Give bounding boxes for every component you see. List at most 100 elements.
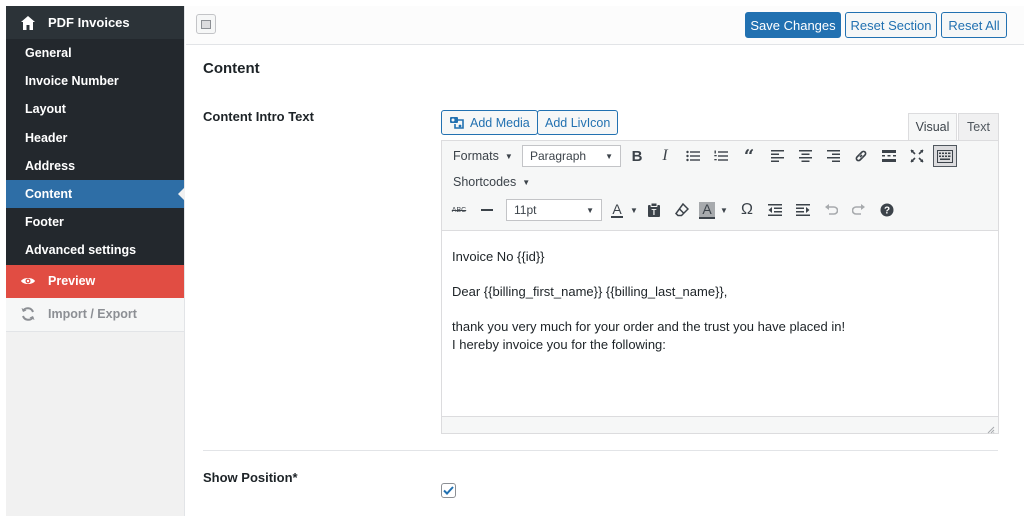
sidebar-item-label: Content (25, 187, 73, 202)
toolbar-row-1: Formats ▼ Paragraph ▼ B I “ (442, 143, 957, 169)
caret-down-icon: ▼ (522, 177, 531, 187)
sidebar-header[interactable]: PDF Invoices (6, 6, 184, 39)
bold-icon[interactable]: B (623, 144, 651, 168)
sidebar-item-general[interactable]: General (6, 39, 184, 67)
outdent-icon[interactable] (761, 198, 789, 222)
text-color-icon[interactable]: A (606, 198, 628, 222)
main-panel: Content Content Intro Text Add Media Add… (186, 46, 1024, 516)
svg-text:?: ? (884, 206, 890, 217)
sidebar-item-label: Layout (25, 102, 66, 117)
editor-line: Invoice No {{id}} (452, 249, 545, 264)
numbered-list-icon[interactable] (707, 144, 735, 168)
refresh-icon (20, 306, 36, 322)
sidebar-item-content[interactable]: Content (6, 179, 185, 209)
add-media-button[interactable]: Add Media (441, 110, 538, 135)
caret-down-icon[interactable]: ▼ (628, 198, 640, 222)
toolbar-row-2: Shortcodes ▼ (442, 169, 530, 195)
add-media-label: Add Media (470, 115, 530, 130)
save-changes-button[interactable]: Save Changes (745, 12, 841, 38)
strikethrough-label: ABC (451, 206, 467, 214)
sidebar-item-header[interactable]: Header (6, 124, 184, 152)
svg-text:T: T (652, 208, 657, 217)
strikethrough-icon[interactable]: ABC (445, 198, 473, 222)
sidebar: PDF Invoices General Invoice Number Layo… (6, 6, 185, 516)
caret-down-icon[interactable]: ▼ (718, 198, 730, 222)
sidebar-header-label: PDF Invoices (48, 15, 130, 30)
media-icon (449, 116, 465, 130)
checkmark-icon (443, 483, 454, 498)
align-right-icon[interactable] (819, 144, 847, 168)
sidebar-item-layout[interactable]: Layout (6, 95, 184, 123)
blockquote-icon[interactable]: “ (735, 144, 763, 168)
editor-statusbar (442, 416, 998, 434)
sidebar-item-label: Invoice Number (25, 74, 119, 89)
sidebar-item-label: Import / Export (48, 307, 137, 321)
reset-section-button[interactable]: Reset Section (845, 12, 937, 38)
resize-handle-icon[interactable] (987, 422, 995, 434)
special-character-icon[interactable]: Ω (733, 198, 761, 222)
redo-icon[interactable] (845, 198, 873, 222)
add-livicon-button[interactable]: Add LivIcon (537, 110, 619, 135)
show-position-checkbox[interactable] (441, 483, 456, 498)
background-color-icon[interactable]: A (696, 198, 718, 222)
sidebar-item-label: Header (25, 130, 68, 145)
paragraph-select[interactable]: Paragraph ▼ (522, 145, 621, 167)
shortcodes-label: Shortcodes (453, 175, 517, 189)
show-position-label: Show Position* (203, 470, 298, 485)
panel-icon (201, 19, 211, 29)
horizontal-line-icon[interactable] (473, 198, 501, 222)
editor-line: thank you very much for your order and t… (452, 319, 846, 334)
divider (203, 450, 998, 451)
paste-text-icon[interactable]: T (640, 198, 668, 222)
sidebar-item-label: Footer (25, 215, 64, 230)
sidebar-item-import-export[interactable]: Import / Export (6, 297, 184, 332)
help-icon[interactable]: ? (873, 198, 901, 222)
toolbar-toggle-icon[interactable] (933, 145, 957, 167)
toolbar-row-3: ABC 11pt ▼ A ▼ T A ▼ Ω ? (442, 197, 901, 223)
paragraph-value: Paragraph (530, 149, 587, 163)
editor-toolbar: Formats ▼ Paragraph ▼ B I “ Shortcodes ▼… (442, 141, 998, 231)
text-color-letter: A (611, 200, 623, 218)
fullscreen-icon[interactable] (903, 144, 931, 168)
content-editor: Formats ▼ Paragraph ▼ B I “ Shortcodes ▼… (441, 140, 999, 434)
shortcodes-dropdown[interactable]: Shortcodes ▼ (453, 175, 530, 189)
add-livicon-label: Add LivIcon (545, 115, 611, 130)
caret-down-icon: ▼ (605, 151, 613, 161)
sidebar-item-address[interactable]: Address (6, 152, 184, 180)
font-size-select[interactable]: 11pt ▼ (506, 199, 602, 221)
sidebar-item-label: General (25, 46, 72, 61)
content-intro-label: Content Intro Text (203, 109, 314, 124)
section-title: Content (203, 60, 260, 77)
home-icon (20, 15, 36, 31)
sidebar-item-advanced-settings[interactable]: Advanced settings (6, 236, 184, 264)
read-more-icon[interactable] (875, 144, 903, 168)
italic-icon[interactable]: I (651, 144, 679, 168)
sidebar-item-label: Advanced settings (25, 243, 137, 258)
editor-line: I hereby invoice you for the following: (452, 337, 666, 352)
clear-formatting-icon[interactable] (668, 198, 696, 222)
align-left-icon[interactable] (763, 144, 791, 168)
reset-all-button[interactable]: Reset All (941, 12, 1007, 38)
font-size-value: 11pt (514, 203, 537, 217)
sidebar-item-label: Address (25, 158, 76, 173)
sidebar-item-label: Preview (48, 274, 96, 288)
editor-content-area[interactable]: Invoice No {{id}} Dear {{billing_first_n… (442, 232, 998, 417)
tab-text[interactable]: Text (958, 113, 999, 140)
link-icon[interactable] (847, 144, 875, 168)
indent-icon[interactable] (789, 198, 817, 222)
align-center-icon[interactable] (791, 144, 819, 168)
formats-dropdown[interactable]: Formats ▼ (453, 149, 521, 163)
tab-visual[interactable]: Visual (908, 113, 957, 140)
sidebar-toggle-button[interactable] (196, 14, 216, 34)
background-color-letter: A (699, 201, 715, 219)
caret-down-icon: ▼ (504, 151, 513, 161)
sidebar-item-preview[interactable]: Preview (6, 264, 184, 298)
sidebar-item-footer[interactable]: Footer (6, 208, 184, 236)
top-bar: Save Changes Reset Section Reset All (186, 6, 1024, 45)
eye-icon (20, 273, 36, 289)
undo-icon[interactable] (817, 198, 845, 222)
sidebar-menu: General Invoice Number Layout Header Add… (6, 39, 185, 265)
formats-label: Formats (453, 149, 499, 163)
bullet-list-icon[interactable] (679, 144, 707, 168)
sidebar-item-invoice-number[interactable]: Invoice Number (6, 67, 184, 95)
